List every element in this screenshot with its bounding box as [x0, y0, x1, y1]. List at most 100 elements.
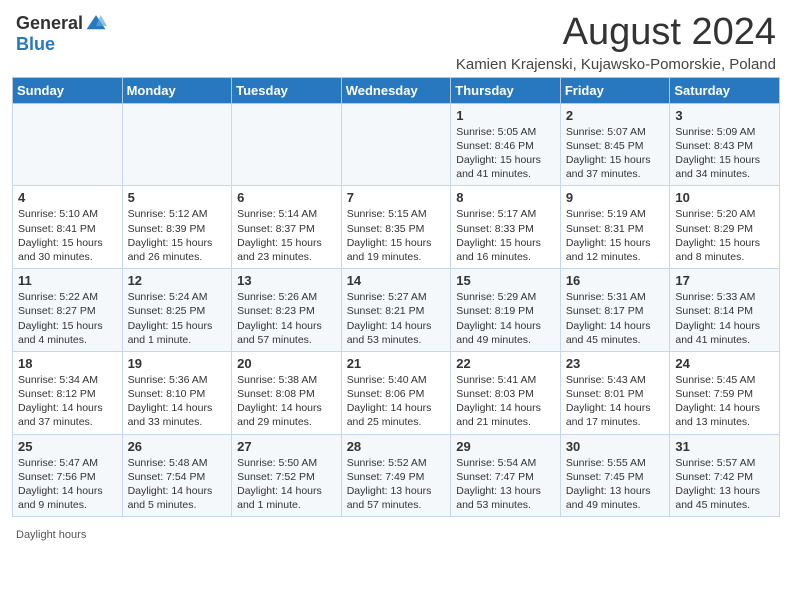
calendar-header: SundayMondayTuesdayWednesdayThursdayFrid…: [13, 77, 780, 103]
calendar-cell: 8 Sunrise: 5:17 AM Sunset: 8:33 PM Daylig…: [451, 186, 561, 269]
day-number: 6: [237, 190, 336, 205]
day-info: Sunrise: 5:15 AM Sunset: 8:35 PM Dayligh…: [347, 207, 446, 264]
calendar-cell: 15Sunrise: 5:29 AM Sunset: 8:19 PM Dayli…: [451, 269, 561, 352]
day-number: 14: [347, 273, 446, 288]
footer-note: Daylight hours: [0, 525, 792, 545]
day-number: 8: [456, 190, 555, 205]
calendar-cell: 29Sunrise: 5:54 AM Sunset: 7:47 PM Dayli…: [451, 434, 561, 517]
day-number: 15: [456, 273, 555, 288]
calendar-cell: 24 Sunrise: 5:45 AM Sunset: 7:59 PM Dayli…: [670, 351, 780, 434]
day-number: 23: [566, 356, 665, 371]
calendar-cell: 20 Sunrise: 5:38 AM Sunset: 8:08 PM Dayli…: [232, 351, 342, 434]
calendar-week-row: 1Sunrise: 5:05 AM Sunset: 8:46 PM Daylig…: [13, 103, 780, 186]
day-info: Sunrise: 5:50 AM Sunset: 7:52 PM Dayligh…: [237, 456, 336, 513]
header-day-thursday: Thursday: [451, 77, 561, 103]
header-day-monday: Monday: [122, 77, 232, 103]
day-info: Sunrise: 5:45 AM Sunset: 7:59 PM Dayligh…: [675, 373, 774, 430]
day-number: 24: [675, 356, 774, 371]
day-number: 31: [675, 439, 774, 454]
day-number: 5: [128, 190, 227, 205]
day-info: Sunrise: 5:20 AM Sunset: 8:29 PM Dayligh…: [675, 207, 774, 264]
day-info: Sunrise: 5:31 AM Sunset: 8:17 PM Dayligh…: [566, 290, 665, 347]
day-info: Sunrise: 5:10 AM Sunset: 8:41 PM Dayligh…: [18, 207, 117, 264]
calendar-cell: 3 Sunrise: 5:09 AM Sunset: 8:43 PM Daylig…: [670, 103, 780, 186]
logo-blue-text: Blue: [16, 34, 55, 55]
calendar-cell: 4Sunrise: 5:10 AM Sunset: 8:41 PM Daylig…: [13, 186, 123, 269]
calendar-cell: 5 Sunrise: 5:12 AM Sunset: 8:39 PM Daylig…: [122, 186, 232, 269]
calendar-cell: 30 Sunrise: 5:55 AM Sunset: 7:45 PM Dayli…: [560, 434, 670, 517]
day-number: 30: [566, 439, 665, 454]
day-info: Sunrise: 5:34 AM Sunset: 8:12 PM Dayligh…: [18, 373, 117, 430]
day-number: 28: [347, 439, 446, 454]
day-info: Sunrise: 5:26 AM Sunset: 8:23 PM Dayligh…: [237, 290, 336, 347]
calendar-cell: 22Sunrise: 5:41 AM Sunset: 8:03 PM Dayli…: [451, 351, 561, 434]
day-number: 20: [237, 356, 336, 371]
day-info: Sunrise: 5:38 AM Sunset: 8:08 PM Dayligh…: [237, 373, 336, 430]
day-info: Sunrise: 5:48 AM Sunset: 7:54 PM Dayligh…: [128, 456, 227, 513]
day-number: 19: [128, 356, 227, 371]
day-info: Sunrise: 5:36 AM Sunset: 8:10 PM Dayligh…: [128, 373, 227, 430]
logo-icon: [85, 12, 107, 34]
day-info: Sunrise: 5:55 AM Sunset: 7:45 PM Dayligh…: [566, 456, 665, 513]
day-info: Sunrise: 5:43 AM Sunset: 8:01 PM Dayligh…: [566, 373, 665, 430]
calendar-body: 1Sunrise: 5:05 AM Sunset: 8:46 PM Daylig…: [13, 103, 780, 516]
calendar-cell: 19 Sunrise: 5:36 AM Sunset: 8:10 PM Dayli…: [122, 351, 232, 434]
header-day-friday: Friday: [560, 77, 670, 103]
calendar-cell: [122, 103, 232, 186]
day-number: 13: [237, 273, 336, 288]
calendar-table: SundayMondayTuesdayWednesdayThursdayFrid…: [12, 77, 780, 517]
calendar-cell: 16Sunrise: 5:31 AM Sunset: 8:17 PM Dayli…: [560, 269, 670, 352]
calendar-cell: 25Sunrise: 5:47 AM Sunset: 7:56 PM Dayli…: [13, 434, 123, 517]
calendar-cell: 31Sunrise: 5:57 AM Sunset: 7:42 PM Dayli…: [670, 434, 780, 517]
day-info: Sunrise: 5:17 AM Sunset: 8:33 PM Dayligh…: [456, 207, 555, 264]
calendar-week-row: 25Sunrise: 5:47 AM Sunset: 7:56 PM Dayli…: [13, 434, 780, 517]
header-row: SundayMondayTuesdayWednesdayThursdayFrid…: [13, 77, 780, 103]
day-info: Sunrise: 5:41 AM Sunset: 8:03 PM Dayligh…: [456, 373, 555, 430]
calendar-cell: 2Sunrise: 5:07 AM Sunset: 8:45 PM Daylig…: [560, 103, 670, 186]
calendar-cell: 14Sunrise: 5:27 AM Sunset: 8:21 PM Dayli…: [341, 269, 451, 352]
day-number: 12: [128, 273, 227, 288]
day-info: Sunrise: 5:52 AM Sunset: 7:49 PM Dayligh…: [347, 456, 446, 513]
calendar-cell: 10Sunrise: 5:20 AM Sunset: 8:29 PM Dayli…: [670, 186, 780, 269]
title-area: August 2024 Kamien Krajenski, Kujawsko-P…: [456, 12, 776, 73]
day-info: Sunrise: 5:24 AM Sunset: 8:25 PM Dayligh…: [128, 290, 227, 347]
day-info: Sunrise: 5:07 AM Sunset: 8:45 PM Dayligh…: [566, 125, 665, 182]
calendar-cell: 6 Sunrise: 5:14 AM Sunset: 8:37 PM Daylig…: [232, 186, 342, 269]
day-info: Sunrise: 5:19 AM Sunset: 8:31 PM Dayligh…: [566, 207, 665, 264]
month-title: August 2024: [456, 12, 776, 54]
page-header: General Blue August 2024 Kamien Krajensk…: [0, 0, 792, 77]
day-info: Sunrise: 5:33 AM Sunset: 8:14 PM Dayligh…: [675, 290, 774, 347]
calendar-cell: 18 Sunrise: 5:34 AM Sunset: 8:12 PM Dayli…: [13, 351, 123, 434]
day-number: 7: [347, 190, 446, 205]
day-info: Sunrise: 5:14 AM Sunset: 8:37 PM Dayligh…: [237, 207, 336, 264]
day-number: 11: [18, 273, 117, 288]
day-number: 18: [18, 356, 117, 371]
calendar-cell: 23 Sunrise: 5:43 AM Sunset: 8:01 PM Dayli…: [560, 351, 670, 434]
day-info: Sunrise: 5:05 AM Sunset: 8:46 PM Dayligh…: [456, 125, 555, 182]
day-number: 9: [566, 190, 665, 205]
day-info: Sunrise: 5:09 AM Sunset: 8:43 PM Dayligh…: [675, 125, 774, 182]
calendar-cell: 9 Sunrise: 5:19 AM Sunset: 8:31 PM Daylig…: [560, 186, 670, 269]
day-number: 27: [237, 439, 336, 454]
calendar-week-row: 4Sunrise: 5:10 AM Sunset: 8:41 PM Daylig…: [13, 186, 780, 269]
header-day-saturday: Saturday: [670, 77, 780, 103]
calendar-cell: 13 Sunrise: 5:26 AM Sunset: 8:23 PM Dayli…: [232, 269, 342, 352]
calendar-cell: 7 Sunrise: 5:15 AM Sunset: 8:35 PM Daylig…: [341, 186, 451, 269]
day-info: Sunrise: 5:12 AM Sunset: 8:39 PM Dayligh…: [128, 207, 227, 264]
calendar-cell: 11Sunrise: 5:22 AM Sunset: 8:27 PM Dayli…: [13, 269, 123, 352]
day-number: 3: [675, 108, 774, 123]
calendar-cell: 17 Sunrise: 5:33 AM Sunset: 8:14 PM Dayli…: [670, 269, 780, 352]
day-number: 26: [128, 439, 227, 454]
day-number: 17: [675, 273, 774, 288]
logo-general-text: General: [16, 13, 83, 34]
calendar-cell: [232, 103, 342, 186]
calendar-wrapper: SundayMondayTuesdayWednesdayThursdayFrid…: [0, 77, 792, 525]
calendar-cell: 27 Sunrise: 5:50 AM Sunset: 7:52 PM Dayli…: [232, 434, 342, 517]
calendar-cell: [341, 103, 451, 186]
header-day-sunday: Sunday: [13, 77, 123, 103]
calendar-cell: [13, 103, 123, 186]
day-info: Sunrise: 5:47 AM Sunset: 7:56 PM Dayligh…: [18, 456, 117, 513]
calendar-cell: 1Sunrise: 5:05 AM Sunset: 8:46 PM Daylig…: [451, 103, 561, 186]
header-day-tuesday: Tuesday: [232, 77, 342, 103]
calendar-week-row: 11Sunrise: 5:22 AM Sunset: 8:27 PM Dayli…: [13, 269, 780, 352]
